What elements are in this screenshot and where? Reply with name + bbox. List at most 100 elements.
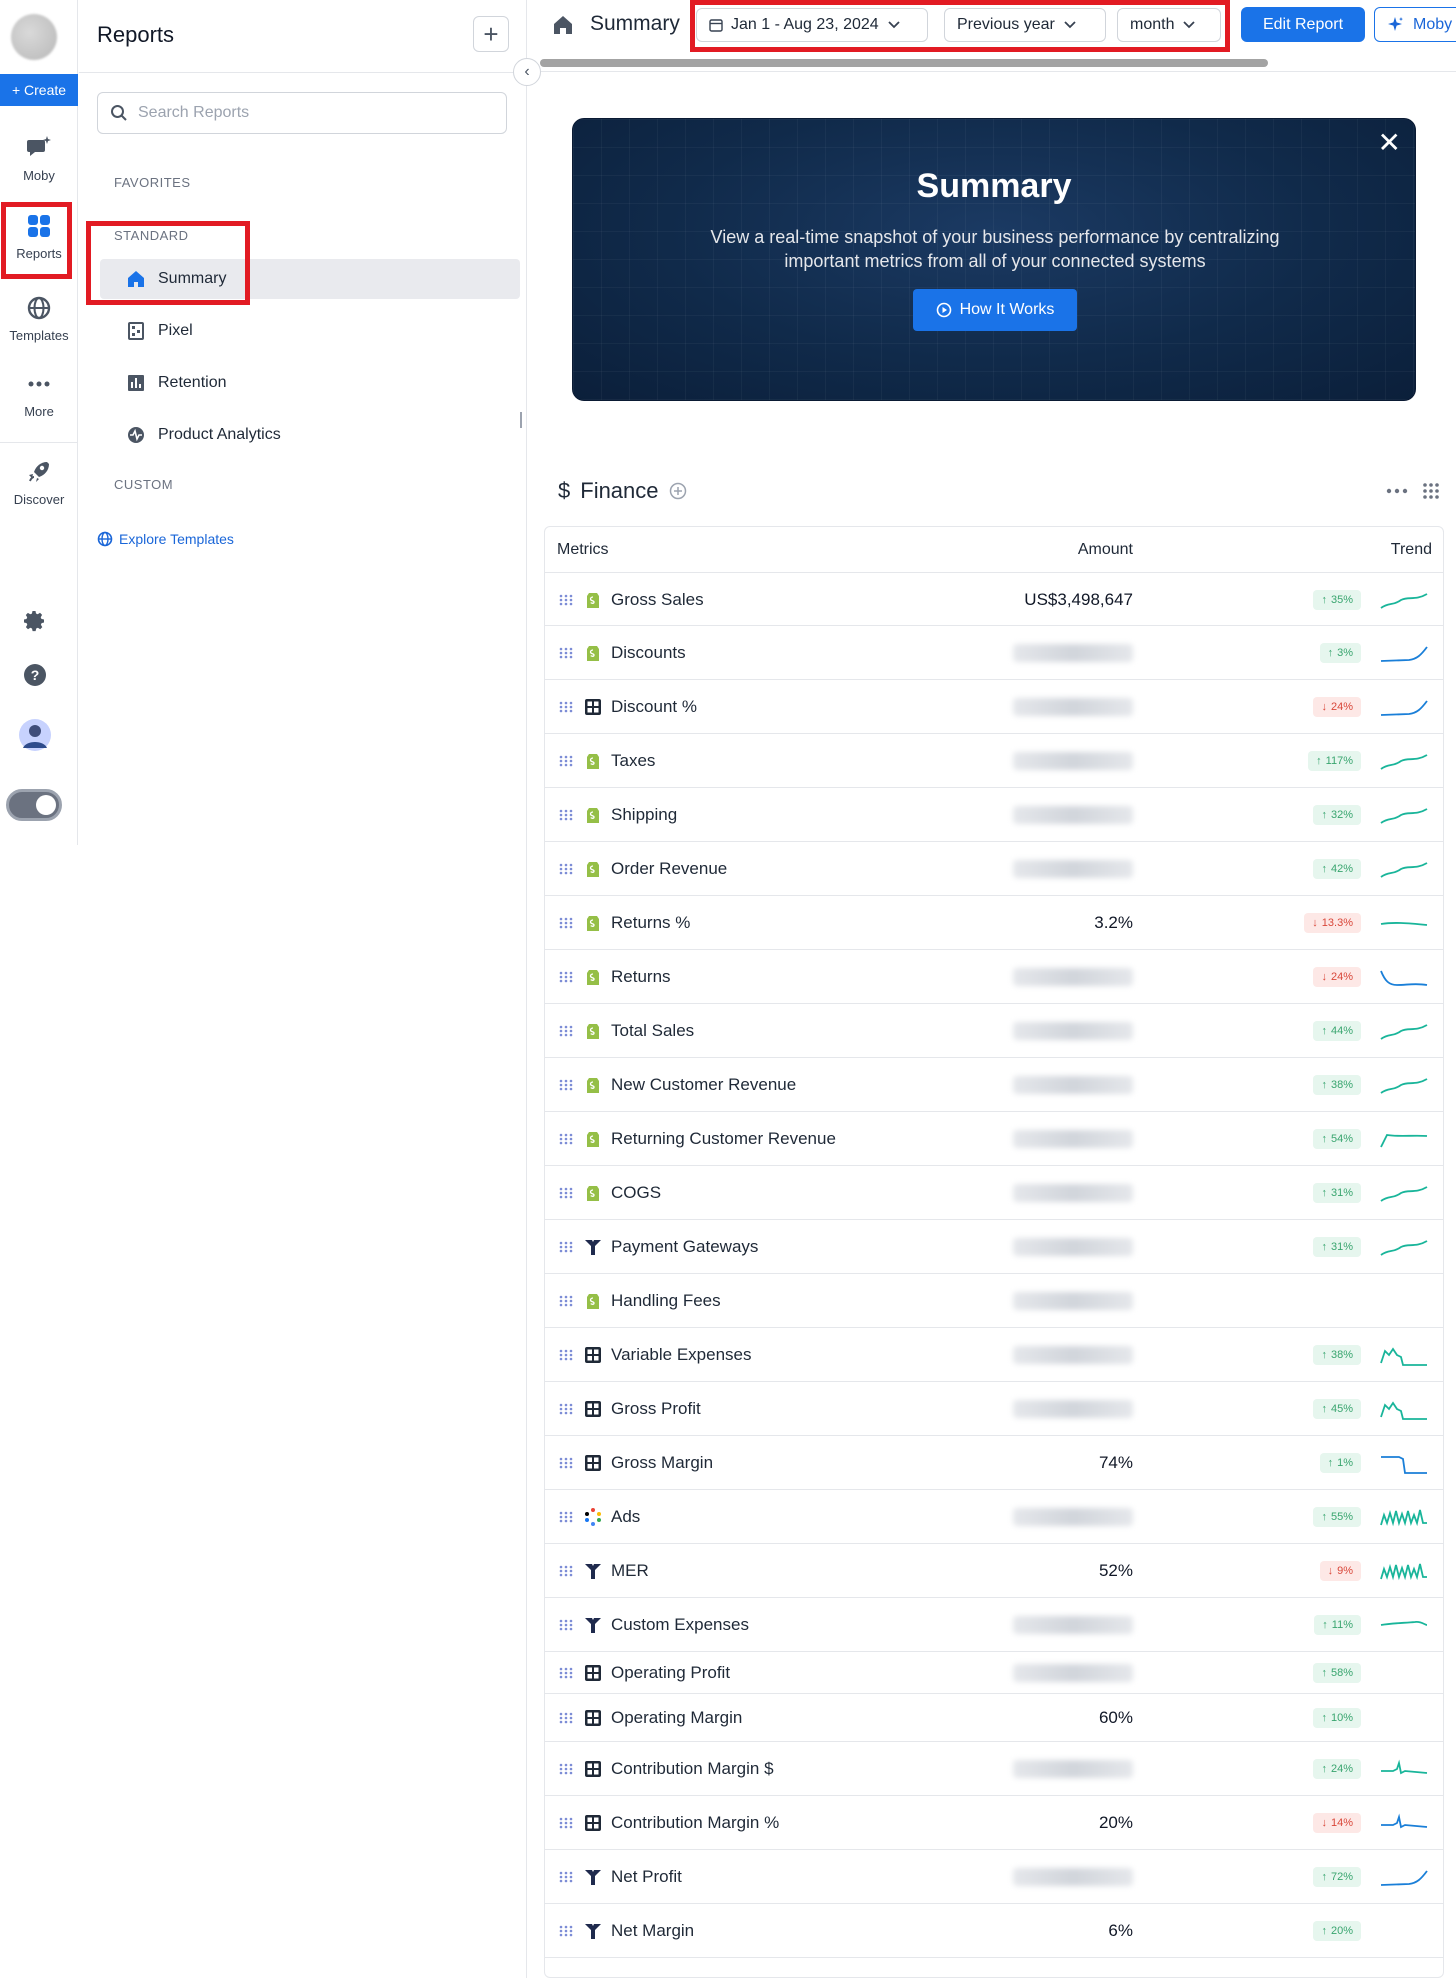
nav-item-pixel[interactable]: Pixel — [100, 311, 520, 351]
moby-button[interactable]: Moby — [1374, 7, 1456, 42]
column-amount[interactable]: Amount — [1078, 541, 1133, 559]
user-avatar[interactable] — [18, 718, 52, 752]
metric-name[interactable]: Returns — [611, 967, 671, 987]
table-row[interactable]: Ads ↑ 55% — [545, 1490, 1443, 1544]
metric-name[interactable]: Gross Sales — [611, 590, 704, 610]
table-row[interactable]: Net Margin 6% ↑ 20% — [545, 1904, 1443, 1958]
table-row[interactable]: Total Sales ↑ 44% — [545, 1004, 1443, 1058]
drag-handle-icon[interactable] — [559, 1402, 573, 1416]
rail-item-moby[interactable]: Moby — [0, 134, 78, 183]
metric-name[interactable]: Contribution Margin $ — [611, 1759, 774, 1779]
close-icon[interactable]: ✕ — [1378, 129, 1401, 157]
drag-handle-icon[interactable] — [559, 808, 573, 822]
drag-handle-icon[interactable] — [559, 754, 573, 768]
metric-name[interactable]: Variable Expenses — [611, 1345, 752, 1365]
metric-name[interactable]: MER — [611, 1561, 649, 1581]
metric-name[interactable]: Handling Fees — [611, 1291, 721, 1311]
metric-name[interactable]: Custom Expenses — [611, 1615, 749, 1635]
search-input[interactable] — [138, 104, 488, 122]
metric-name[interactable]: Taxes — [611, 751, 655, 771]
table-row[interactable]: Contribution Margin % 20% ↓ 14% — [545, 1796, 1443, 1850]
nav-item-retention[interactable]: Retention — [100, 363, 520, 403]
metric-name[interactable]: Contribution Margin % — [611, 1813, 779, 1833]
table-row[interactable]: Shipping ↑ 32% — [545, 788, 1443, 842]
table-row[interactable]: Variable Expenses ↑ 38% — [545, 1328, 1443, 1382]
drag-handle-icon[interactable] — [559, 593, 573, 607]
table-row[interactable]: Payment Gateways ↑ 31% — [545, 1220, 1443, 1274]
table-row[interactable]: Contribution Margin $ ↑ 24% — [545, 1742, 1443, 1796]
metric-name[interactable]: Gross Margin — [611, 1453, 713, 1473]
help-icon[interactable]: ? — [23, 663, 47, 687]
explore-templates-link[interactable]: Explore Templates — [97, 531, 234, 547]
table-row[interactable]: Returns % 3.2% ↓ 13.3% — [545, 896, 1443, 950]
drag-handle-icon[interactable] — [559, 1024, 573, 1038]
drag-handle-icon[interactable] — [559, 1666, 573, 1680]
table-row[interactable]: Taxes ↑ 117% — [545, 734, 1443, 788]
metric-name[interactable]: Payment Gateways — [611, 1237, 758, 1257]
how-it-works-button[interactable]: How It Works — [913, 289, 1077, 331]
rail-item-discover[interactable]: Discover — [0, 458, 78, 507]
metric-name[interactable]: Returning Customer Revenue — [611, 1129, 836, 1149]
drag-handle-icon[interactable] — [559, 1294, 573, 1308]
theme-toggle[interactable] — [6, 789, 62, 821]
table-row[interactable]: Discount % ↓ 24% — [545, 680, 1443, 734]
metric-name[interactable]: Discount % — [611, 697, 697, 717]
drag-handle-icon[interactable] — [559, 1132, 573, 1146]
nav-item-summary[interactable]: Summary — [100, 259, 520, 299]
metric-name[interactable]: Net Profit — [611, 1867, 682, 1887]
table-row[interactable]: COGS ↑ 31% — [545, 1166, 1443, 1220]
drag-handle-icon[interactable] — [559, 1762, 573, 1776]
table-row[interactable]: MER 52% ↓ 9% — [545, 1544, 1443, 1598]
metric-name[interactable]: Gross Profit — [611, 1399, 701, 1419]
metric-name[interactable]: Returns % — [611, 913, 690, 933]
table-row[interactable]: Gross Profit ↑ 45% — [545, 1382, 1443, 1436]
metric-name[interactable]: Shipping — [611, 805, 677, 825]
drag-handle-icon[interactable] — [559, 1456, 573, 1470]
compare-period-dropdown[interactable]: Previous year — [944, 8, 1106, 42]
metric-name[interactable]: Order Revenue — [611, 859, 727, 879]
drag-handle-icon[interactable] — [559, 1618, 573, 1632]
drag-handle-icon[interactable] — [559, 1510, 573, 1524]
metric-name[interactable]: Discounts — [611, 643, 686, 663]
table-row[interactable]: Discounts ↑ 3% — [545, 626, 1443, 680]
metric-name[interactable]: Total Sales — [611, 1021, 694, 1041]
table-row[interactable]: Returns ↓ 24% — [545, 950, 1443, 1004]
table-row[interactable]: Gross Sales US$3,498,647 ↑ 35% — [545, 573, 1443, 626]
settings-gear-icon[interactable] — [23, 609, 47, 633]
table-row[interactable]: Order Revenue ↑ 42% — [545, 842, 1443, 896]
drag-handle-icon[interactable] — [559, 970, 573, 984]
drag-handle-icon[interactable] — [559, 1564, 573, 1578]
metric-name[interactable]: New Customer Revenue — [611, 1075, 796, 1095]
rail-item-templates[interactable]: Templates — [0, 294, 78, 343]
drag-handle-icon[interactable] — [559, 1240, 573, 1254]
drag-handle-icon[interactable] — [559, 1078, 573, 1092]
drag-handle-icon[interactable] — [559, 916, 573, 930]
drag-grid-icon[interactable] — [1422, 482, 1440, 500]
table-row[interactable]: Custom Expenses ↑ 11% — [545, 1598, 1443, 1652]
table-row[interactable]: New Customer Revenue ↑ 38% — [545, 1058, 1443, 1112]
granularity-dropdown[interactable]: month — [1117, 8, 1221, 42]
table-row[interactable]: Operating Margin 60% ↑ 10% — [545, 1694, 1443, 1742]
drag-handle-icon[interactable] — [559, 1711, 573, 1725]
horizontal-scrollbar[interactable] — [540, 59, 1268, 67]
resize-handle[interactable] — [520, 412, 522, 428]
add-circle-icon[interactable] — [669, 482, 687, 500]
collapse-panel-button[interactable]: ‹ — [513, 58, 541, 86]
table-row[interactable]: Net Profit ↑ 72% — [545, 1850, 1443, 1904]
rail-item-reports[interactable]: Reports — [0, 212, 78, 261]
drag-handle-icon[interactable] — [559, 1186, 573, 1200]
drag-handle-icon[interactable] — [559, 1870, 573, 1884]
drag-handle-icon[interactable] — [559, 646, 573, 660]
drag-handle-icon[interactable] — [559, 700, 573, 714]
metric-name[interactable]: Operating Profit — [611, 1663, 730, 1683]
workspace-avatar[interactable] — [11, 14, 57, 60]
drag-handle-icon[interactable] — [559, 1816, 573, 1830]
table-row[interactable]: Operating Profit ↑ 58% — [545, 1652, 1443, 1694]
metric-name[interactable]: COGS — [611, 1183, 661, 1203]
metric-name[interactable]: Operating Margin — [611, 1708, 742, 1728]
date-range-picker[interactable]: Jan 1 - Aug 23, 2024 — [696, 8, 928, 42]
nav-item-product-analytics[interactable]: Product Analytics — [100, 415, 520, 455]
table-row[interactable]: Handling Fees — [545, 1274, 1443, 1328]
table-row[interactable]: Returning Customer Revenue ↑ 54% — [545, 1112, 1443, 1166]
edit-report-button[interactable]: Edit Report — [1241, 7, 1365, 42]
